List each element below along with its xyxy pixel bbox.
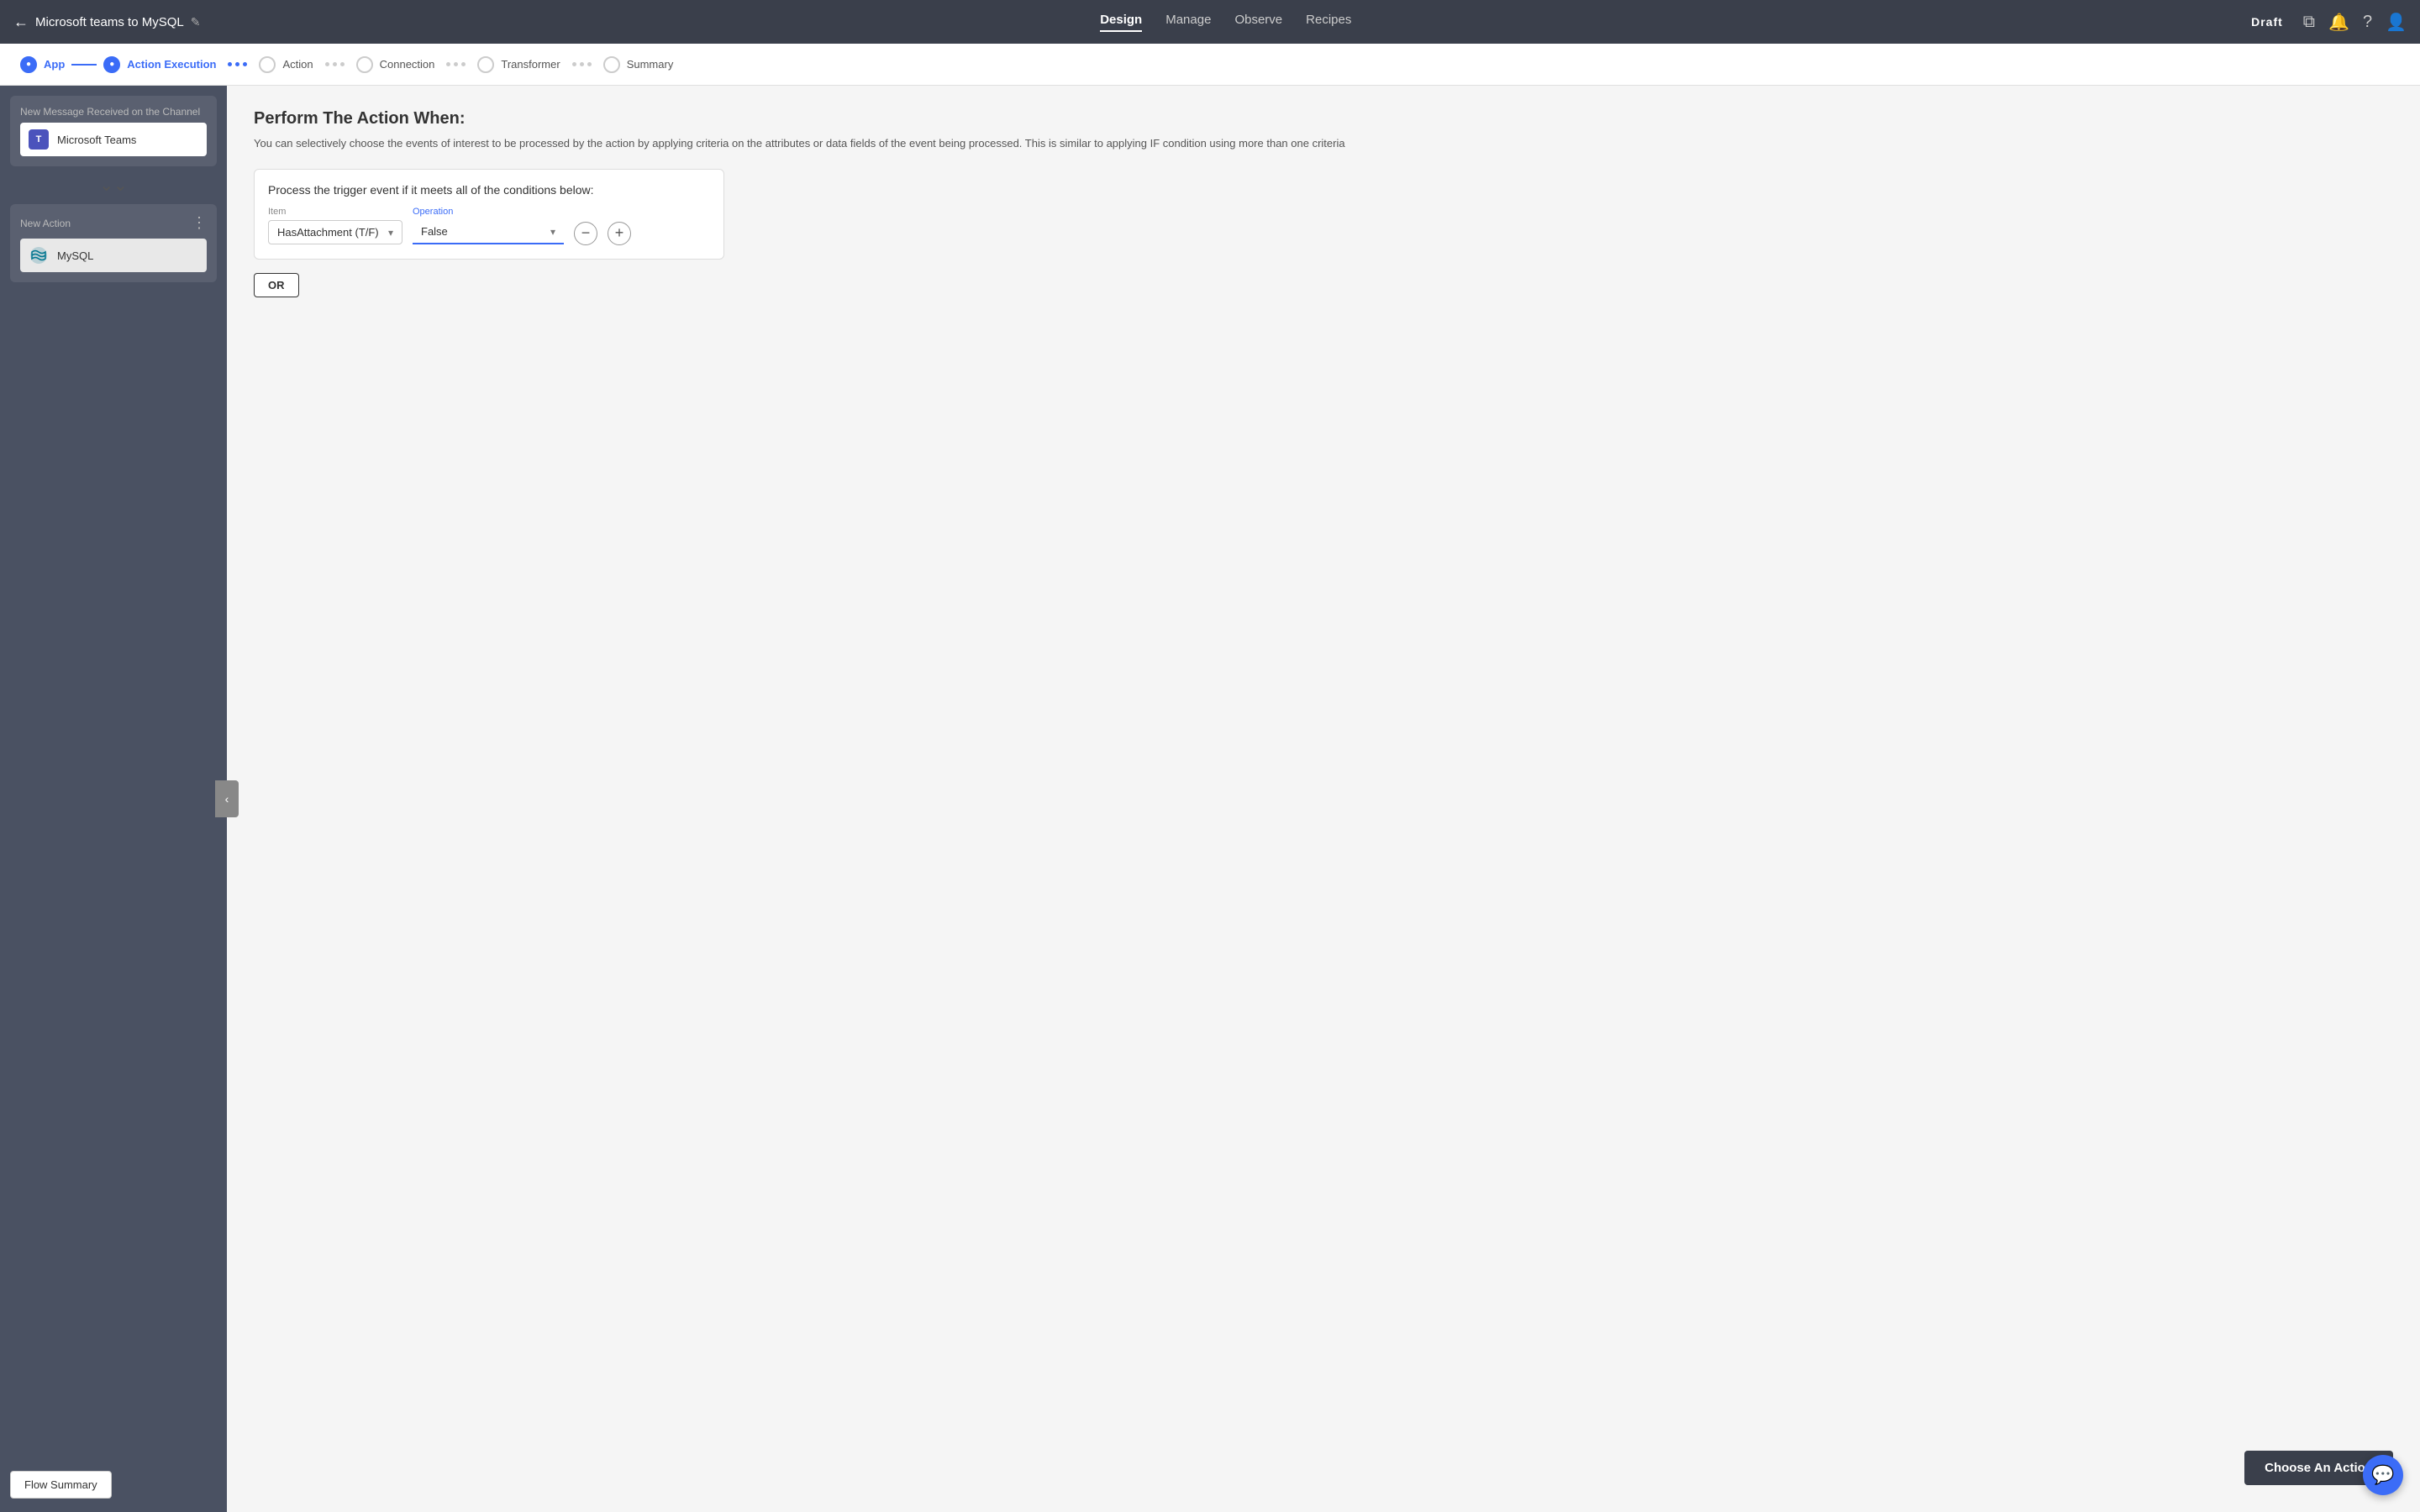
step-label-summary: Summary — [627, 58, 674, 71]
back-button[interactable]: ← Microsoft teams to MySQL ✎ — [13, 13, 200, 31]
flow-summary-button[interactable]: Flow Summary — [10, 1471, 112, 1499]
operation-value: False — [421, 225, 448, 238]
teams-icon: T — [29, 129, 49, 150]
expand-icon: ⌄⌄ — [99, 175, 128, 196]
flow-title: Microsoft teams to MySQL — [35, 15, 184, 29]
step-action[interactable]: Action — [252, 56, 319, 73]
step-label-connection: Connection — [380, 58, 435, 71]
stepper-bar: ● App ● Action Execution Action Connecti… — [0, 44, 2420, 86]
step-label-transformer: Transformer — [501, 58, 560, 71]
chat-widget-button[interactable]: 💬 — [2363, 1455, 2403, 1495]
dot-8 — [454, 62, 458, 66]
operation-column: Operation False ▾ — [413, 207, 564, 244]
step-circle-action-execution: ● — [103, 56, 120, 73]
nav-observe[interactable]: Observe — [1234, 13, 1282, 32]
action-service[interactable]: MySQL — [20, 239, 207, 272]
nav-design[interactable]: Design — [1100, 13, 1142, 32]
mysql-icon — [29, 245, 49, 265]
condition-row: Item HasAttachment (T/F) ▾ Operation Fal… — [268, 207, 710, 245]
external-link-icon[interactable]: ⧉ — [2303, 13, 2315, 32]
step-circle-action — [259, 56, 276, 73]
dot-6 — [340, 62, 345, 66]
section-description: You can selectively choose the events of… — [254, 135, 2393, 152]
section-title: Perform The Action When: — [254, 109, 2393, 129]
trigger-service-name: Microsoft Teams — [57, 134, 136, 146]
item-select-arrow: ▾ — [388, 227, 393, 239]
condition-box: Process the trigger event if it meets al… — [254, 169, 724, 260]
step-circle-app: ● — [20, 56, 37, 73]
dot-5 — [333, 62, 337, 66]
main-layout: New Message Received on the Channel T Mi… — [0, 86, 2420, 1512]
trigger-label: New Message Received on the Channel — [20, 106, 207, 118]
dot-11 — [580, 62, 584, 66]
nav-center: Design Manage Observe Recipes — [1100, 13, 1351, 32]
step-circle-summary — [603, 56, 620, 73]
item-column: Item HasAttachment (T/F) ▾ — [268, 207, 402, 244]
step-dots-2 — [320, 62, 350, 66]
item-value: HasAttachment (T/F) — [277, 226, 379, 239]
bell-icon[interactable]: 🔔 — [2328, 12, 2349, 33]
step-dots-1 — [223, 62, 252, 66]
step-dots-4 — [567, 62, 597, 66]
step-label-action-execution: Action Execution — [127, 58, 216, 71]
dot-7 — [446, 62, 450, 66]
item-select[interactable]: HasAttachment (T/F) ▾ — [268, 220, 402, 244]
action-label: New Action — [20, 218, 71, 229]
dot-2 — [235, 62, 239, 66]
dot-9 — [461, 62, 466, 66]
action-card-header: New Action ⋮ — [20, 214, 207, 232]
main-content: Perform The Action When: You can selecti… — [227, 86, 2420, 1512]
collapse-sidebar-button[interactable]: ‹ — [215, 780, 239, 817]
nav-recipes[interactable]: Recipes — [1306, 13, 1351, 32]
step-circle-connection — [356, 56, 373, 73]
dot-4 — [325, 62, 329, 66]
operation-select[interactable]: False ▾ — [413, 220, 564, 244]
sidebar: New Message Received on the Channel T Mi… — [0, 86, 227, 1512]
step-app[interactable]: ● App — [13, 56, 71, 73]
add-condition-button[interactable]: + — [608, 222, 631, 245]
nav-manage[interactable]: Manage — [1165, 13, 1211, 32]
draft-badge: Draft — [2251, 15, 2283, 29]
operation-select-arrow: ▾ — [550, 226, 555, 238]
action-service-name: MySQL — [57, 249, 93, 262]
top-nav: ← Microsoft teams to MySQL ✎ Design Mana… — [0, 0, 2420, 44]
or-button[interactable]: OR — [254, 273, 299, 297]
trigger-service[interactable]: T Microsoft Teams — [20, 123, 207, 156]
action-card: New Action ⋮ MySQL — [10, 204, 217, 282]
help-icon[interactable]: ? — [2363, 13, 2372, 32]
condition-label: Process the trigger event if it meets al… — [268, 183, 710, 197]
remove-condition-button[interactable]: − — [574, 222, 597, 245]
step-action-execution[interactable]: ● Action Execution — [97, 56, 223, 73]
edit-icon[interactable]: ✎ — [191, 15, 201, 29]
step-summary[interactable]: Summary — [597, 56, 681, 73]
step-connector-1 — [71, 64, 97, 66]
operation-column-label: Operation — [413, 207, 564, 217]
step-dots-3 — [441, 62, 471, 66]
nav-icons: ⧉ 🔔 ? 👤 — [2303, 12, 2407, 33]
dot-10 — [572, 62, 576, 66]
step-label-app: App — [44, 58, 65, 71]
back-icon: ← — [13, 13, 29, 31]
step-connection[interactable]: Connection — [350, 56, 442, 73]
step-circle-transformer — [477, 56, 494, 73]
user-icon[interactable]: 👤 — [2386, 12, 2407, 33]
dot-12 — [587, 62, 592, 66]
trigger-card: New Message Received on the Channel T Mi… — [10, 96, 217, 166]
dot-1 — [228, 62, 232, 66]
step-label-action: Action — [282, 58, 313, 71]
action-menu-icon[interactable]: ⋮ — [192, 214, 207, 232]
item-column-label: Item — [268, 207, 402, 217]
dot-3 — [243, 62, 247, 66]
step-transformer[interactable]: Transformer — [471, 56, 566, 73]
